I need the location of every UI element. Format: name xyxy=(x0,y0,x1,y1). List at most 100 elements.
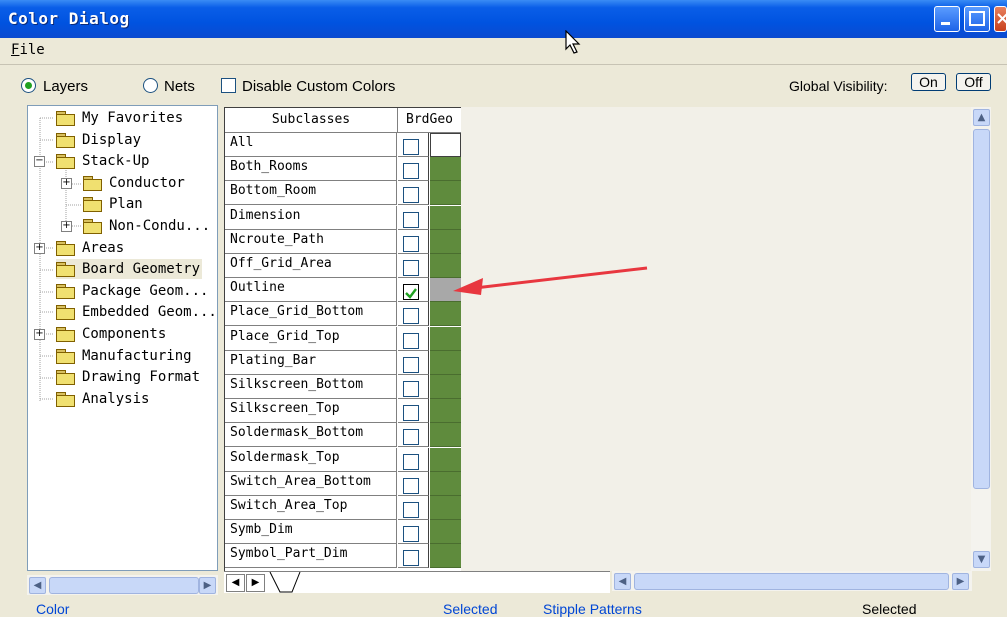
expand-icon[interactable]: + xyxy=(61,178,72,189)
visibility-checkbox[interactable] xyxy=(403,477,419,494)
grid-horizontal-scrollbar[interactable]: ◀ ▶ xyxy=(612,571,972,591)
disable-custom-colors-label: Disable Custom Colors xyxy=(242,78,396,95)
tree-item-analysis[interactable]: Analysis xyxy=(56,389,149,409)
minimize-button[interactable] xyxy=(934,6,960,32)
nets-radio[interactable] xyxy=(143,78,158,93)
visibility-checkbox[interactable] xyxy=(403,187,419,204)
subclass-row[interactable]: Switch_Area_Top xyxy=(225,496,461,520)
vertical-scroll-thumb[interactable] xyxy=(973,129,990,489)
visibility-checkbox[interactable] xyxy=(403,356,419,373)
tree-item-embedded-geometry[interactable]: Embedded Geom... xyxy=(56,302,217,322)
color-swatch[interactable] xyxy=(430,350,461,375)
color-swatch[interactable] xyxy=(430,133,461,157)
visibility-checkbox[interactable] xyxy=(403,235,419,252)
tree-item-display[interactable]: Display xyxy=(56,130,141,150)
visibility-checkbox[interactable] xyxy=(403,139,419,155)
tree-item-non-conductor[interactable]: Non-Condu... xyxy=(83,216,210,236)
color-swatch[interactable] xyxy=(430,471,461,496)
scroll-left-icon[interactable]: ◀ xyxy=(614,573,631,590)
tree-item-my-favorites[interactable]: My Favorites xyxy=(56,108,183,128)
visibility-checkbox[interactable] xyxy=(403,284,419,301)
scroll-down-icon[interactable]: ▼ xyxy=(973,551,990,568)
tree-item-conductor[interactable]: Conductor xyxy=(83,173,185,193)
subclass-row[interactable]: Switch_Area_Bottom xyxy=(225,471,461,496)
tab-scroll-right-icon[interactable]: ▶ xyxy=(246,574,265,592)
tree-item-board-geometry[interactable]: Board Geometry xyxy=(56,259,203,279)
scroll-thumb[interactable] xyxy=(49,577,199,594)
color-swatch[interactable] xyxy=(430,520,461,545)
scroll-right-icon[interactable]: ▶ xyxy=(199,577,216,594)
color-swatch[interactable] xyxy=(430,423,461,448)
global-visibility-off-button[interactable]: Off xyxy=(956,73,991,91)
color-swatch[interactable] xyxy=(430,326,461,351)
color-swatch[interactable] xyxy=(430,447,461,472)
tree-item-manufacturing[interactable]: Manufacturing xyxy=(56,346,192,366)
subclass-row[interactable]: Soldermask_Top xyxy=(225,447,461,472)
subclass-row[interactable]: Symb_Dim xyxy=(225,520,461,545)
subclass-row[interactable]: Symbol_Part_Dim xyxy=(225,544,461,569)
visibility-cell xyxy=(398,544,429,569)
expand-icon[interactable]: + xyxy=(34,329,45,340)
visibility-checkbox[interactable] xyxy=(403,211,419,228)
layers-radio[interactable] xyxy=(21,78,36,93)
subclass-row[interactable]: Silkscreen_Top xyxy=(225,399,461,424)
folder-icon xyxy=(56,370,75,385)
color-swatch[interactable] xyxy=(430,544,461,569)
tree-item-stack-up[interactable]: Stack-Up xyxy=(56,151,149,171)
tree-item-package-geometry[interactable]: Package Geom... xyxy=(56,281,208,301)
subclass-row[interactable]: Dimension xyxy=(225,205,461,230)
vertical-scrollbar[interactable]: ▲ ▼ xyxy=(971,107,991,571)
visibility-checkbox[interactable] xyxy=(403,308,419,325)
color-swatch[interactable] xyxy=(430,181,461,206)
subclass-row[interactable]: Off_Grid_Area xyxy=(225,254,461,278)
tree-item-components[interactable]: Components xyxy=(56,324,166,344)
visibility-checkbox[interactable] xyxy=(403,502,419,518)
subclass-row[interactable]: Bottom_Room xyxy=(225,181,461,206)
color-swatch[interactable] xyxy=(430,157,461,182)
scroll-right-icon[interactable]: ▶ xyxy=(952,573,969,590)
tree-item-drawing-format[interactable]: Drawing Format xyxy=(56,367,200,387)
color-swatch[interactable] xyxy=(430,302,461,327)
visibility-checkbox[interactable] xyxy=(403,453,419,470)
subclass-row[interactable]: Both_Rooms xyxy=(225,157,461,182)
global-visibility-on-button[interactable]: On xyxy=(911,73,946,91)
color-swatch[interactable] xyxy=(430,496,461,520)
color-swatch[interactable] xyxy=(430,399,461,424)
tab-scroll-left-icon[interactable]: ◀ xyxy=(226,574,245,592)
subclass-row[interactable]: Plating_Bar xyxy=(225,350,461,375)
visibility-checkbox[interactable] xyxy=(403,405,419,422)
subclass-row[interactable]: Outline xyxy=(225,278,461,303)
menu-file[interactable]: File xyxy=(11,42,45,58)
tree-item-areas[interactable]: Areas xyxy=(56,238,124,258)
visibility-checkbox[interactable] xyxy=(403,163,419,180)
visibility-checkbox[interactable] xyxy=(403,260,419,276)
tree-horizontal-scrollbar[interactable]: ◀ ▶ xyxy=(27,575,218,595)
tree-item-label: Embedded Geom... xyxy=(82,304,217,320)
tree-item-label: Plan xyxy=(109,196,143,212)
maximize-button[interactable] xyxy=(964,6,990,32)
visibility-checkbox[interactable] xyxy=(403,332,419,349)
visibility-checkbox[interactable] xyxy=(403,526,419,543)
color-swatch[interactable] xyxy=(430,205,461,230)
expand-icon[interactable]: + xyxy=(34,243,45,254)
scroll-thumb[interactable] xyxy=(634,573,949,590)
visibility-checkbox[interactable] xyxy=(403,429,419,446)
disable-custom-colors-checkbox[interactable] xyxy=(221,78,236,93)
subclass-row[interactable]: Soldermask_Bottom xyxy=(225,423,461,448)
visibility-checkbox[interactable] xyxy=(403,550,419,567)
subclass-row[interactable]: All xyxy=(225,133,461,157)
visibility-checkbox[interactable] xyxy=(403,381,419,397)
subclass-row[interactable]: Ncroute_Path xyxy=(225,229,461,254)
expand-icon[interactable]: + xyxy=(61,221,72,232)
color-swatch[interactable] xyxy=(430,375,461,399)
subclass-row[interactable]: Silkscreen_Bottom xyxy=(225,375,461,399)
subclass-row[interactable]: Place_Grid_Top xyxy=(225,326,461,351)
subclass-row[interactable]: Place_Grid_Bottom xyxy=(225,302,461,327)
close-button[interactable] xyxy=(994,6,1007,32)
color-swatch[interactable] xyxy=(430,229,461,254)
global-visibility-label: Global Visibility: xyxy=(789,78,888,94)
scroll-left-icon[interactable]: ◀ xyxy=(29,577,46,594)
tree-item-plan[interactable]: Plan xyxy=(83,194,143,214)
scroll-up-icon[interactable]: ▲ xyxy=(973,109,990,126)
collapse-icon[interactable]: − xyxy=(34,156,45,167)
